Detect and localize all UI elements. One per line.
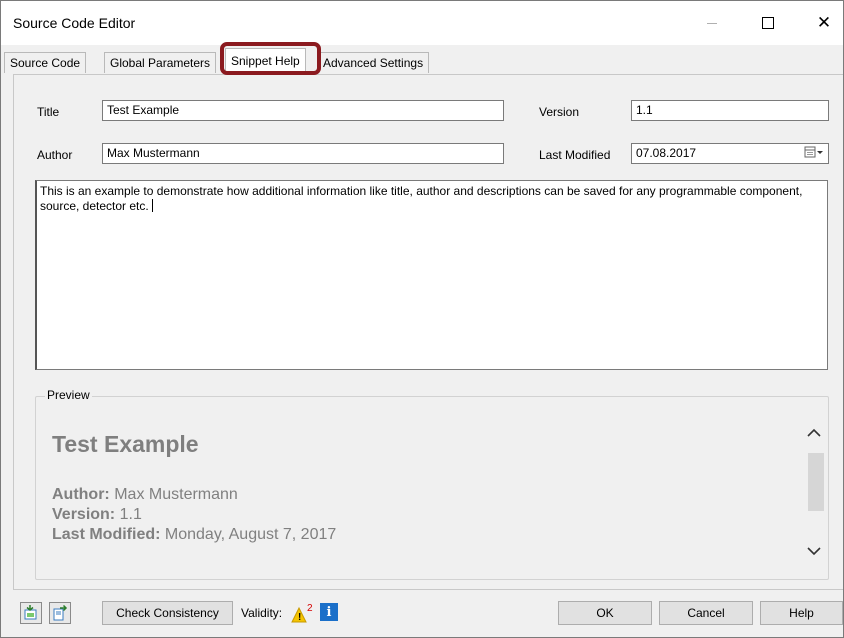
tab-global-parameters[interactable]: Global Parameters	[104, 52, 217, 73]
version-label: Version	[539, 105, 580, 119]
warning-count: 2	[307, 603, 313, 614]
preview-version: Version: 1.1	[52, 505, 336, 525]
help-button[interactable]: Help	[760, 601, 843, 625]
tab-source-code[interactable]: Source Code	[4, 52, 87, 73]
import-icon	[24, 605, 37, 620]
export-icon	[53, 604, 68, 621]
check-consistency-button[interactable]: Check Consistency	[102, 601, 233, 625]
close-button[interactable]: ✕	[801, 1, 843, 45]
text-cursor	[151, 199, 153, 212]
last-modified-value: 07.08.2017	[636, 146, 697, 160]
preview-version-key: Version:	[52, 506, 116, 523]
svg-text:!: !	[298, 612, 301, 623]
tab-strip: Source Code Global Parameters Snippet He…	[1, 45, 843, 75]
validity-label: Validity:	[241, 606, 283, 620]
tab-highlight-annotation	[220, 42, 321, 75]
cancel-button[interactable]: Cancel	[659, 601, 753, 625]
preview-content: Test Example Author: Max Mustermann Vers…	[52, 431, 336, 545]
maximize-button[interactable]	[745, 1, 791, 45]
preview-author-key: Author:	[52, 486, 110, 503]
preview-author: Author: Max Mustermann	[52, 485, 336, 505]
description-text: This is an example to demonstrate how ad…	[40, 184, 803, 213]
close-icon: ✕	[816, 13, 832, 32]
minimize-icon	[707, 22, 717, 24]
bottom-toolbar: Check Consistency Validity: ! 2 i OK Can…	[1, 601, 843, 637]
scroll-down-icon[interactable]	[807, 543, 821, 559]
preview-last-modified-key: Last Modified:	[52, 526, 161, 543]
minimize-button[interactable]	[689, 1, 735, 45]
preview-group: Preview Test Example Author: Max Musterm…	[35, 388, 829, 580]
window-title: Source Code Editor	[13, 15, 136, 31]
info-icon[interactable]: i	[320, 603, 338, 621]
preview-legend: Preview	[45, 388, 92, 402]
author-input[interactable]: Max Mustermann	[102, 143, 504, 164]
source-code-editor-window: Source Code Editor ✕ Source Code Global …	[0, 0, 844, 638]
preview-title: Test Example	[52, 431, 199, 457]
ok-button[interactable]: OK	[558, 601, 652, 625]
title-label: Title	[37, 105, 60, 119]
maximize-icon	[762, 17, 774, 29]
title-bar: Source Code Editor ✕	[1, 1, 843, 45]
preview-last-modified: Last Modified: Monday, August 7, 2017	[52, 525, 336, 545]
warning-icon[interactable]: ! 2	[291, 602, 315, 627]
author-label: Author	[37, 148, 73, 162]
preview-last-modified-value: Monday, August 7, 2017	[164, 526, 337, 543]
last-modified-date-picker[interactable]: 07.08.2017	[631, 143, 829, 164]
calendar-dropdown-icon[interactable]	[804, 146, 824, 163]
import-button[interactable]	[20, 602, 42, 624]
version-input[interactable]: 1.1	[631, 100, 829, 121]
tab-advanced-settings[interactable]: Advanced Settings	[317, 52, 430, 73]
export-button[interactable]	[49, 602, 71, 624]
last-modified-label: Last Modified	[539, 148, 611, 162]
preview-version-value: 1.1	[119, 506, 142, 523]
description-textarea[interactable]: This is an example to demonstrate how ad…	[35, 180, 828, 370]
title-input[interactable]: Test Example	[102, 100, 504, 121]
scroll-up-icon[interactable]	[807, 425, 821, 441]
preview-scrollbar-thumb[interactable]	[808, 453, 824, 511]
preview-author-value: Max Mustermann	[114, 486, 238, 503]
